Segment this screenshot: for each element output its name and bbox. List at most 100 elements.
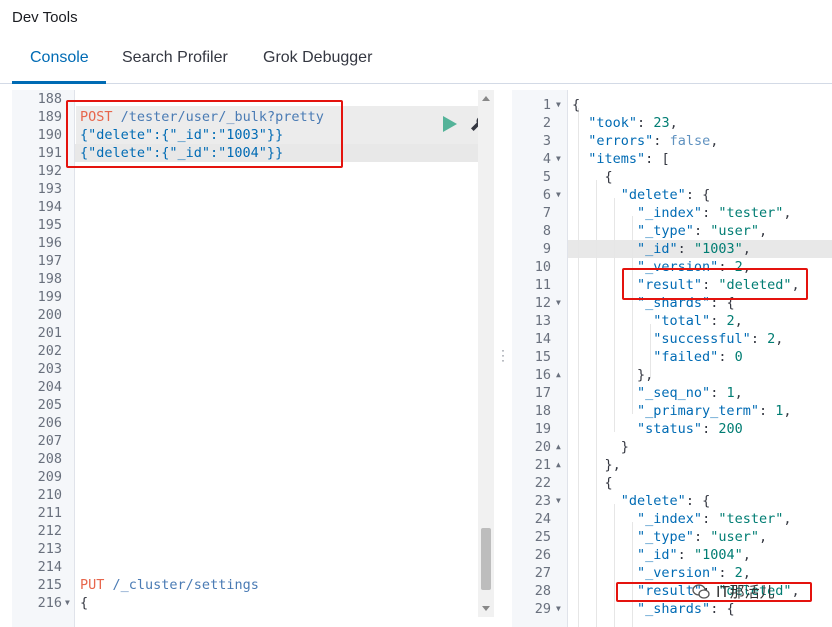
line-number: 193 bbox=[37, 181, 62, 197]
line-number: 210 bbox=[37, 487, 62, 503]
panel-resizer[interactable]: · · · bbox=[494, 90, 512, 627]
tab-bar: Console Search Profiler Grok Debugger bbox=[0, 36, 832, 84]
line-number: 209 bbox=[37, 469, 62, 485]
line-number: 24 bbox=[534, 511, 551, 527]
response-line[interactable]: "_index": "tester", bbox=[572, 510, 791, 528]
response-line[interactable]: }, bbox=[572, 456, 621, 474]
fold-toggle-icon[interactable]: ▲ bbox=[556, 456, 561, 474]
line-number: 13 bbox=[534, 313, 551, 329]
line-number: 25 bbox=[534, 529, 551, 545]
annotation-box bbox=[622, 268, 808, 300]
line-number: 1 bbox=[542, 97, 551, 113]
title-bar: Dev Tools bbox=[0, 0, 832, 36]
response-line[interactable]: "status": 200 bbox=[572, 420, 743, 438]
response-line[interactable]: { bbox=[572, 168, 613, 186]
line-number: 23 bbox=[534, 493, 551, 509]
response-line[interactable]: "failed": 0 bbox=[572, 348, 742, 366]
response-line[interactable]: "_type": "user", bbox=[572, 528, 767, 546]
fold-toggle-icon[interactable]: ▼ bbox=[556, 294, 561, 312]
tab-console[interactable]: Console bbox=[30, 36, 89, 84]
response-line[interactable]: "delete": { bbox=[572, 186, 710, 204]
vertical-dots-icon: · · · bbox=[501, 343, 505, 367]
line-number: 6 bbox=[542, 187, 551, 203]
request-line[interactable]: PUT /_cluster/settings bbox=[80, 576, 259, 594]
line-number: 4 bbox=[542, 151, 551, 167]
watermark: IT那活儿 bbox=[690, 580, 810, 604]
line-number: 196 bbox=[37, 235, 62, 251]
response-line[interactable]: "_seq_no": 1, bbox=[572, 384, 743, 402]
run-request-button[interactable] bbox=[441, 114, 459, 134]
line-number: 194 bbox=[37, 199, 62, 215]
response-line[interactable]: "delete": { bbox=[572, 492, 710, 510]
tab-grok-debugger[interactable]: Grok Debugger bbox=[263, 36, 372, 84]
request-editor[interactable]: 188 189 190 191 192 193 194 195 196 197 198 199 200 2… bbox=[0, 90, 494, 627]
line-number: 214 bbox=[37, 559, 62, 575]
response-line[interactable]: "took": 23, bbox=[572, 114, 677, 132]
line-number: 201 bbox=[37, 325, 62, 341]
app-title: Dev Tools bbox=[12, 9, 78, 26]
fold-toggle-icon[interactable]: ▼ bbox=[556, 96, 561, 114]
line-number: 9 bbox=[542, 241, 551, 257]
scroll-down-arrow-icon[interactable] bbox=[482, 606, 490, 611]
line-number: 206 bbox=[37, 415, 62, 431]
request-code[interactable]: POST /tester/user/_bulk?pretty {"delete"… bbox=[76, 90, 478, 627]
fold-toggle-icon[interactable]: ▲ bbox=[556, 366, 561, 384]
line-number: 211 bbox=[37, 505, 62, 521]
line-number: 198 bbox=[37, 271, 62, 287]
wechat-icon bbox=[692, 584, 710, 599]
line-number: 197 bbox=[37, 253, 62, 269]
line-number: 26 bbox=[534, 547, 551, 563]
line-number: 14 bbox=[534, 331, 551, 347]
line-number: 208 bbox=[37, 451, 62, 467]
line-number: 16 bbox=[534, 367, 551, 383]
line-number: 203 bbox=[37, 361, 62, 377]
line-number: 21 bbox=[534, 457, 551, 473]
line-number: 29 bbox=[534, 601, 551, 617]
response-line[interactable]: { bbox=[572, 474, 613, 492]
annotation-box bbox=[66, 100, 343, 168]
line-number: 202 bbox=[37, 343, 62, 359]
line-number: 212 bbox=[37, 523, 62, 539]
line-number: 3 bbox=[542, 133, 551, 149]
active-tab-indicator bbox=[12, 81, 106, 84]
response-line[interactable]: "total": 2, bbox=[572, 312, 742, 330]
line-number: 204 bbox=[37, 379, 62, 395]
line-number: 28 bbox=[534, 583, 551, 599]
line-number: 20 bbox=[534, 439, 551, 455]
response-line[interactable]: "_primary_term": 1, bbox=[572, 402, 791, 420]
response-code[interactable]: { "took": 23, "errors": false, "items": … bbox=[568, 90, 832, 627]
fold-toggle-icon[interactable]: ▲ bbox=[556, 438, 561, 456]
request-method: PUT bbox=[80, 577, 105, 593]
response-line[interactable]: "items": [ bbox=[572, 150, 669, 168]
response-line[interactable]: } bbox=[572, 438, 629, 456]
scroll-up-arrow-icon[interactable] bbox=[482, 96, 490, 101]
line-number: 195 bbox=[37, 217, 62, 233]
line-number: 215 bbox=[37, 577, 62, 593]
response-line[interactable]: "_index": "tester", bbox=[572, 204, 791, 222]
tab-search-profiler[interactable]: Search Profiler bbox=[122, 36, 228, 84]
response-line[interactable]: "successful": 2, bbox=[572, 330, 783, 348]
fold-toggle-icon[interactable]: ▼ bbox=[556, 492, 561, 510]
response-line[interactable]: "_id": "1004", bbox=[572, 546, 751, 564]
fold-toggle-icon[interactable]: ▼ bbox=[65, 594, 70, 612]
line-number: 192 bbox=[37, 163, 62, 179]
response-line[interactable]: "_type": "user", bbox=[572, 222, 767, 240]
fold-toggle-icon[interactable]: ▼ bbox=[556, 150, 561, 168]
response-line[interactable]: "errors": false, bbox=[572, 132, 718, 150]
request-editor-scrollbar[interactable] bbox=[478, 90, 494, 617]
line-number: 213 bbox=[37, 541, 62, 557]
response-viewer[interactable]: 1 ▼ 2 3 4 ▼ 5 6 ▼ 7 8 9 10 11 12 ▼ 13 14 15 16 ▲ 17 18 19 20 ▲ 21 ▲… bbox=[512, 90, 832, 627]
line-number: 10 bbox=[534, 259, 551, 275]
watermark-text: IT那活儿 bbox=[716, 583, 775, 601]
response-line[interactable]: "_id": "1003", bbox=[572, 240, 751, 258]
line-number: 11 bbox=[534, 277, 551, 293]
response-line[interactable]: { bbox=[572, 96, 580, 114]
response-gutter: 1 ▼ 2 3 4 ▼ 5 6 ▼ 7 8 9 10 11 12 ▼ 13 14 15 16 ▲ 17 18 19 20 ▲ 21 ▲… bbox=[512, 90, 568, 627]
request-body-line[interactable]: { bbox=[80, 594, 88, 612]
scrollbar-thumb[interactable] bbox=[481, 528, 491, 590]
response-line[interactable]: }, bbox=[572, 366, 653, 384]
fold-toggle-icon[interactable]: ▼ bbox=[556, 186, 561, 204]
line-number: 207 bbox=[37, 433, 62, 449]
fold-toggle-icon[interactable]: ▼ bbox=[556, 600, 561, 618]
line-number: 27 bbox=[534, 565, 551, 581]
